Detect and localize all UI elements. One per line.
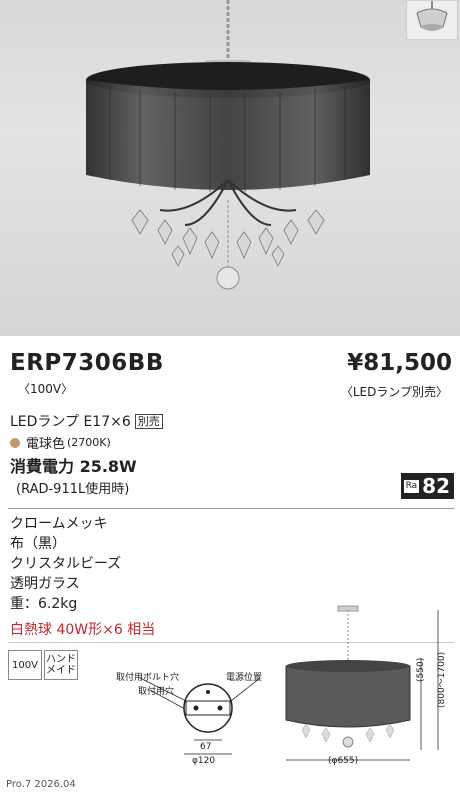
voltage-label: 〈100V〉 <box>18 382 74 396</box>
ra-value: 82 <box>422 474 450 498</box>
handmade-tag: ハンド メイド <box>44 650 78 680</box>
silhouette-icon <box>285 605 439 761</box>
power-consumption: 消費電力 25.8W <box>10 457 137 476</box>
spec-glass: 透明ガラス <box>10 576 80 592</box>
ra-badge: Ra 82 <box>400 473 454 499</box>
model-number: ERP7306BB <box>10 350 164 376</box>
canopy-icon <box>416 1 448 31</box>
power-position-label: 電源位置 <box>226 673 263 683</box>
lamp-text: LEDランプ E17×6 <box>10 414 131 430</box>
incandescent-equivalent: 白熱球 40W形×6 相当 <box>10 622 156 638</box>
ceiling-canopy-thumbnail <box>406 0 458 40</box>
lamp-spec: LEDランプ E17×6 別売 <box>10 411 163 431</box>
power-condition: (RAD-911L使用時) <box>16 482 130 497</box>
spec-weight: 重：6.2kg <box>10 596 78 612</box>
color-swatch-icon <box>10 437 20 448</box>
chandelier-icon <box>86 0 370 290</box>
divider <box>8 508 454 509</box>
product-photo <box>0 0 460 336</box>
dim-67: 67 <box>200 742 212 752</box>
dim-655: (φ655) <box>328 756 359 766</box>
dim-range: (800〜1700) <box>437 651 447 708</box>
bolt-hole-label: 取付用ボルト穴 <box>116 673 180 683</box>
price: ¥81,500 <box>347 350 452 376</box>
ra-label: Ra <box>403 479 420 493</box>
color-label: 電球色 <box>26 437 66 452</box>
light-color: 電球色 (2700K) <box>10 433 111 452</box>
color-temperature: (2700K) <box>67 436 111 449</box>
voltage-tag: 100V <box>8 650 42 680</box>
silhouette-diagram: (φ655) (550) (800〜1700) <box>276 600 456 776</box>
spec-finish: クロームメッキ <box>10 516 108 532</box>
footer-catalog-ref: Pro.7 2026.04 <box>6 779 76 790</box>
price-note: 〈LEDランプ別売〉 <box>340 385 448 399</box>
separate-sale-tag: 別売 <box>134 414 163 429</box>
mount-hole-label: 取付用穴 <box>138 687 175 697</box>
mounting-plate-diagram: 取付用ボルト穴 取付用穴 電源位置 67 φ120 <box>110 668 280 778</box>
spec-shade: 布（黒） <box>10 536 66 552</box>
spec-beads: クリスタルビーズ <box>10 556 122 572</box>
dim-120: φ120 <box>192 756 216 766</box>
dim-550: (550) <box>416 657 426 682</box>
